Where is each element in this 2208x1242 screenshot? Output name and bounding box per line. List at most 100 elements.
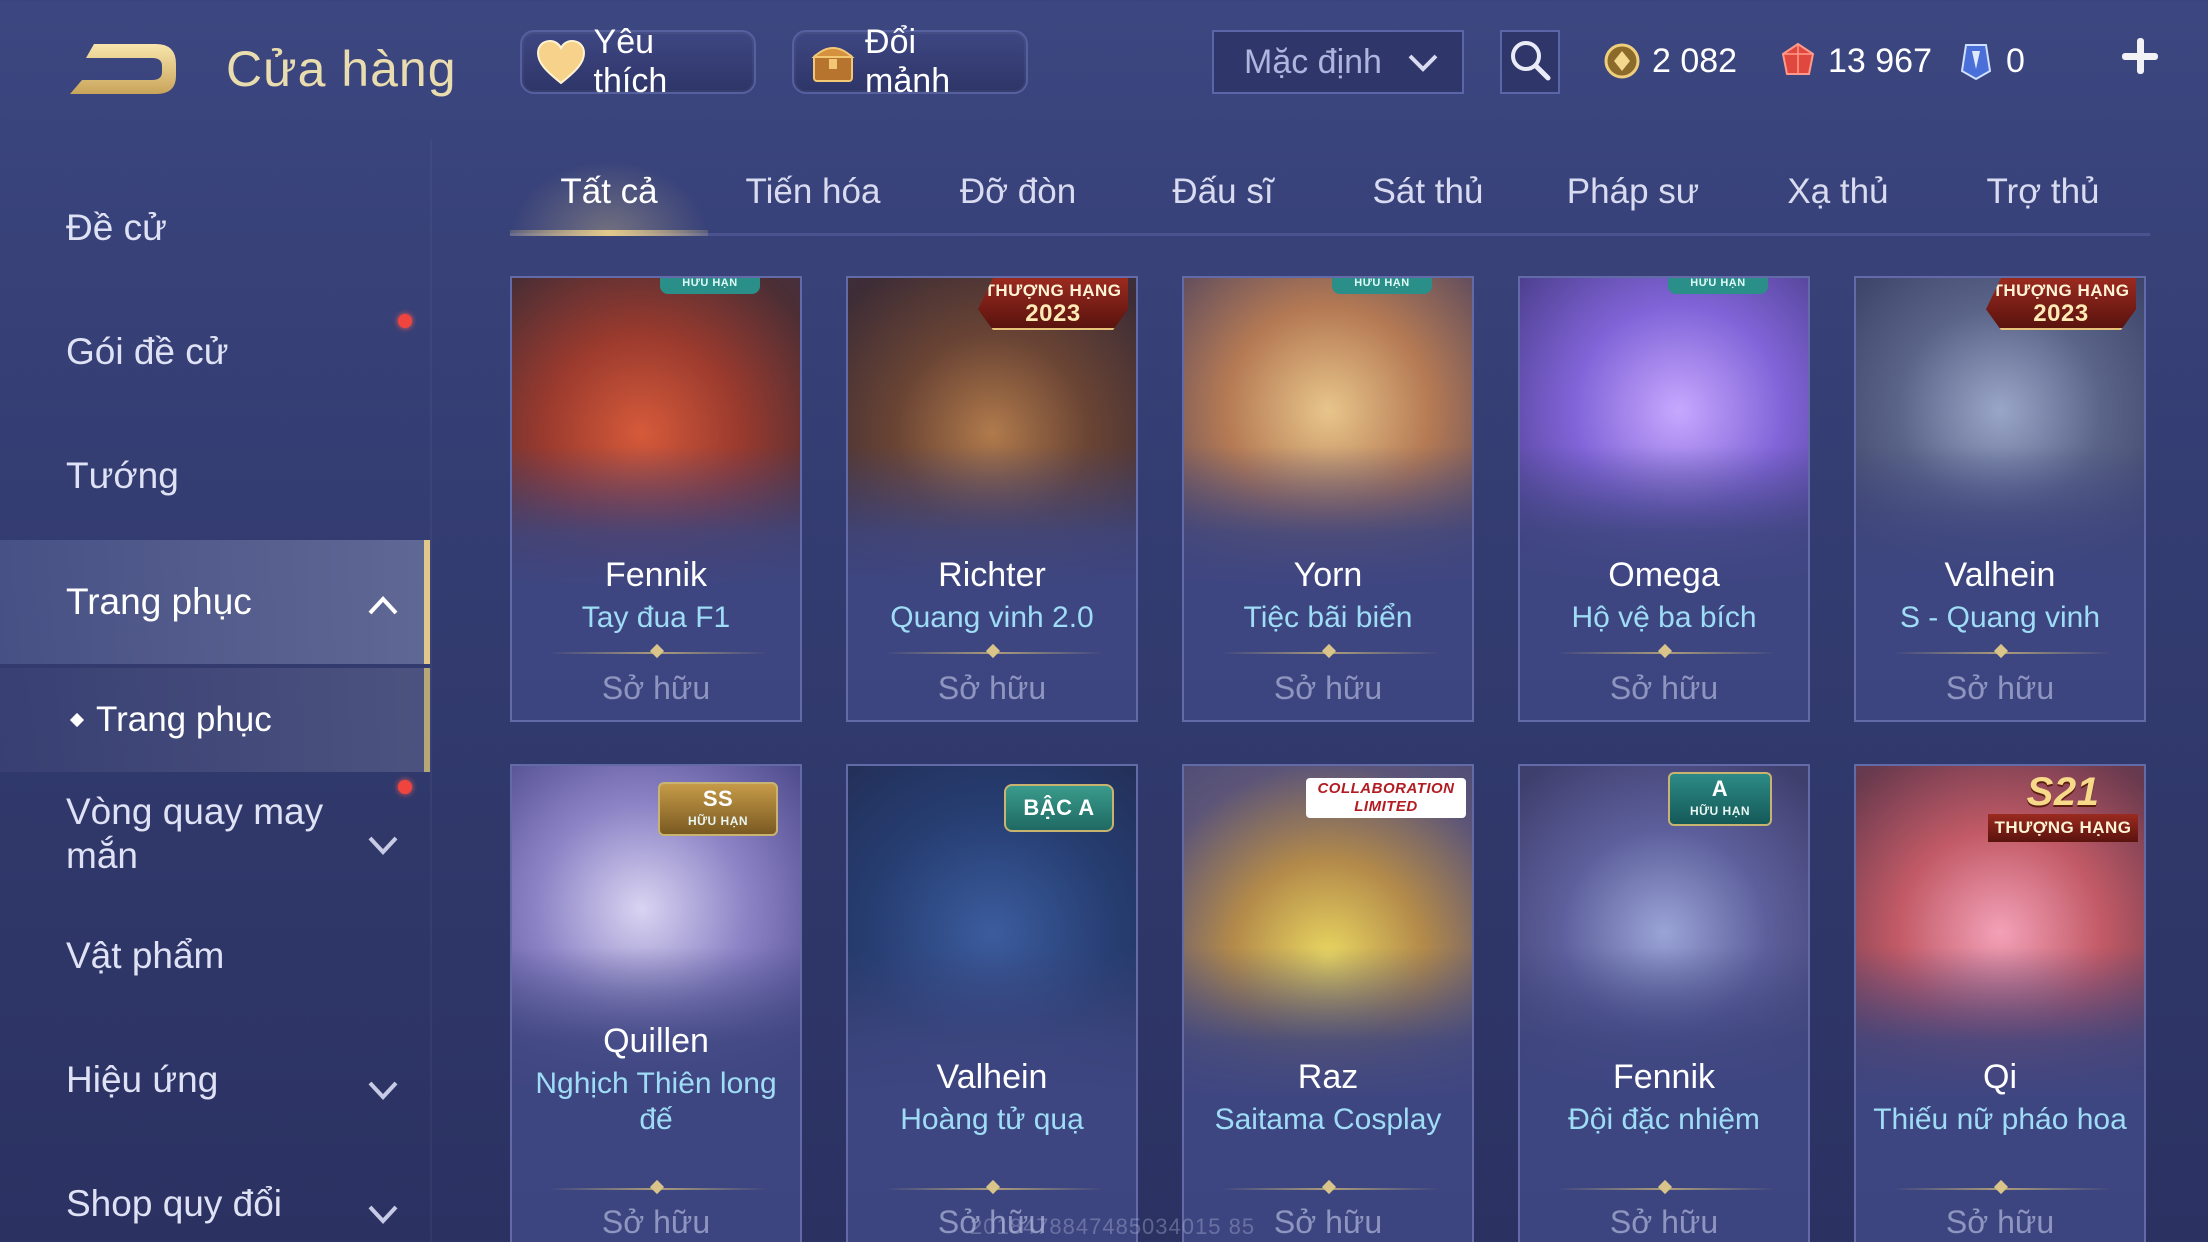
- sidebar-subitem-label: Trang phục: [96, 700, 272, 739]
- hero-name: Fennik: [604, 556, 708, 594]
- skin-name: S - Quang vinh: [1899, 601, 2101, 634]
- sidebar-item-label: Đề cử: [66, 207, 167, 248]
- hero-name: Yorn: [1293, 556, 1363, 594]
- sidebar-divider: [430, 140, 432, 1242]
- sidebar-item-lucky-spin[interactable]: Vòng quay may mắn: [0, 772, 412, 896]
- active-tab-underline: [510, 230, 708, 236]
- sidebar-item-label: Trang phục: [66, 581, 252, 622]
- owned-status: Sở hữu: [1945, 1204, 2055, 1240]
- back-arrow-icon[interactable]: [64, 34, 184, 104]
- skin-card[interactable]: COLLABORATION LIMITED Raz Saitama Cospla…: [1182, 764, 1474, 1242]
- skin-name: Tay đua F1: [581, 601, 731, 634]
- hero-name: Omega: [1608, 556, 1720, 594]
- divider: [548, 1188, 768, 1190]
- sidebar-item-effects[interactable]: Hiệu ứng: [0, 1018, 430, 1142]
- sidebar-item-recommended[interactable]: Đề cử: [0, 166, 430, 290]
- gold-currency: 2 082: [1602, 36, 1737, 86]
- premium-rank-badge: THƯỢNG HẠNG 2023: [1986, 278, 2136, 330]
- diamond-bullet-icon: [69, 712, 85, 728]
- divider: [884, 1188, 1104, 1190]
- page-title: Cửa hàng: [226, 41, 457, 97]
- skin-name: Quang vinh 2.0: [890, 601, 1094, 634]
- owned-status: Sở hữu: [1609, 670, 1719, 706]
- sidebar-subitem-skins[interactable]: Trang phục: [0, 668, 430, 772]
- tab-marksman[interactable]: Xạ thủ: [1738, 172, 1938, 232]
- sidebar-item-bundles[interactable]: Gói đề cử: [0, 290, 430, 414]
- sidebar: Đề cử Gói đề cử Tướng Trang phục Trang p…: [0, 140, 434, 1242]
- sort-dropdown[interactable]: Mặc định: [1212, 30, 1464, 94]
- collaboration-badge: COLLABORATION LIMITED: [1306, 778, 1466, 818]
- heart-icon: [534, 35, 588, 89]
- chevron-down-icon: [366, 822, 400, 866]
- hero-name: Valhein: [1944, 556, 2056, 594]
- treasure-chest-icon: [806, 35, 859, 89]
- tab-all[interactable]: Tất cả: [510, 172, 708, 232]
- chevron-down-icon: [366, 1192, 400, 1234]
- skin-name: Thiếu nữ pháo hoa: [1873, 1103, 2127, 1136]
- divider: [548, 652, 768, 654]
- watermark: 2018478847485034015 85: [970, 1214, 1256, 1239]
- ruby-currency: 13 967: [1778, 36, 1932, 86]
- chevron-down-icon: [1406, 48, 1440, 87]
- category-tabs: Tất cả Tiến hóa Đỡ đòn Đấu sĩ Sát thủ Ph…: [510, 160, 2150, 236]
- sidebar-item-label: Vật phẩm: [66, 935, 225, 976]
- sidebar-item-label: Gói đề cử: [66, 331, 229, 372]
- divider: [1220, 1188, 1440, 1190]
- gold-amount: 2 082: [1652, 41, 1738, 80]
- sidebar-item-label: Hiệu ứng: [66, 1059, 219, 1100]
- owned-status: Sở hữu: [1273, 670, 1383, 706]
- hero-name: Raz: [1297, 1058, 1359, 1096]
- favorites-button[interactable]: Yêu thích: [520, 23, 756, 100]
- ruby-icon: [1778, 41, 1818, 81]
- skin-card[interactable]: SS HỮU HẠN Quillen Nghịch Thiên long đế …: [510, 764, 802, 1242]
- gold-coin-icon: [1602, 41, 1642, 81]
- tab-fighter[interactable]: Đấu sĩ: [1118, 172, 1328, 232]
- skin-name: Hoàng tử quạ: [900, 1103, 1084, 1136]
- sort-value: Mặc định: [1244, 42, 1382, 81]
- shard-exchange-button[interactable]: Đổi mảnh: [792, 23, 1028, 100]
- skin-card[interactable]: THƯỢNG HẠNG 2023 Richter Quang vinh 2.0 …: [846, 276, 1138, 722]
- sidebar-item-items[interactable]: Vật phẩm: [0, 894, 430, 1018]
- divider: [1556, 1188, 1776, 1190]
- owned-status: Sở hữu: [601, 670, 711, 706]
- notification-dot: [398, 314, 412, 328]
- hero-name: Richter: [938, 556, 1046, 594]
- tab-support[interactable]: Trợ thủ: [1938, 172, 2148, 232]
- skin-card[interactable]: S21 THƯỢNG HẠNG Qi Thiếu nữ pháo hoa Sở …: [1854, 764, 2146, 1242]
- add-currency-button[interactable]: [2118, 34, 2162, 78]
- tab-tank[interactable]: Đỡ đòn: [918, 172, 1118, 232]
- skin-card[interactable]: BẬC A Valhein Hoàng tử quạ Sở hữu: [846, 764, 1138, 1242]
- sidebar-item-label: Shop quy đổi: [66, 1183, 283, 1224]
- divider: [1892, 652, 2112, 654]
- favorites-label: Yêu thích: [593, 23, 668, 100]
- search-button[interactable]: [1500, 30, 1560, 94]
- sidebar-item-exchange-shop[interactable]: Shop quy đổi: [0, 1142, 430, 1242]
- gem-amount: 0: [2006, 41, 2025, 80]
- divider: [1220, 652, 1440, 654]
- divider: [884, 652, 1104, 654]
- skin-name: Nghịch Thiên long đế: [535, 1067, 777, 1136]
- skin-card[interactable]: HỮU HẠN Omega Hộ vệ ba bích Sở hữu: [1518, 276, 1810, 722]
- skin-name: Hộ vệ ba bích: [1571, 601, 1757, 634]
- crystal-icon: [1956, 41, 1996, 81]
- tab-mage[interactable]: Pháp sư: [1528, 172, 1738, 232]
- skin-card[interactable]: HỮU HẠN Yorn Tiệc bãi biển Sở hữu: [1182, 276, 1474, 722]
- shard-exchange-label: Đổi mảnh: [865, 23, 951, 100]
- skin-card[interactable]: THƯỢNG HẠNG 2023 Valhein S - Quang vinh …: [1854, 276, 2146, 722]
- season-rank-badge: S21 THƯỢNG HẠNG: [1988, 770, 2138, 850]
- sidebar-item-heroes[interactable]: Tướng: [0, 414, 430, 538]
- limited-badge: HỮU HẠN: [1332, 278, 1432, 294]
- hero-name: Valhein: [936, 1058, 1048, 1096]
- sidebar-item-skins[interactable]: Trang phục: [0, 540, 430, 664]
- top-bar: Cửa hàng Yêu thích Đổi mảnh Mặc định 2 0…: [0, 0, 2208, 130]
- tier-badge: A HỮU HẠN: [1668, 772, 1772, 826]
- skin-card[interactable]: HỮU HẠN Fennik Tay đua F1 Sở hữu: [510, 276, 802, 722]
- skin-card[interactable]: A HỮU HẠN Fennik Đội đặc nhiệm Sở hữu: [1518, 764, 1810, 1242]
- tab-assassin[interactable]: Sát thủ: [1328, 172, 1528, 232]
- chevron-up-icon: [366, 584, 400, 626]
- divider: [1892, 1188, 2112, 1190]
- tab-evolution[interactable]: Tiến hóa: [708, 172, 918, 232]
- gem-currency: 0: [1956, 36, 2025, 86]
- tier-badge: SS HỮU HẠN: [658, 782, 778, 836]
- chevron-down-icon: [366, 1068, 400, 1110]
